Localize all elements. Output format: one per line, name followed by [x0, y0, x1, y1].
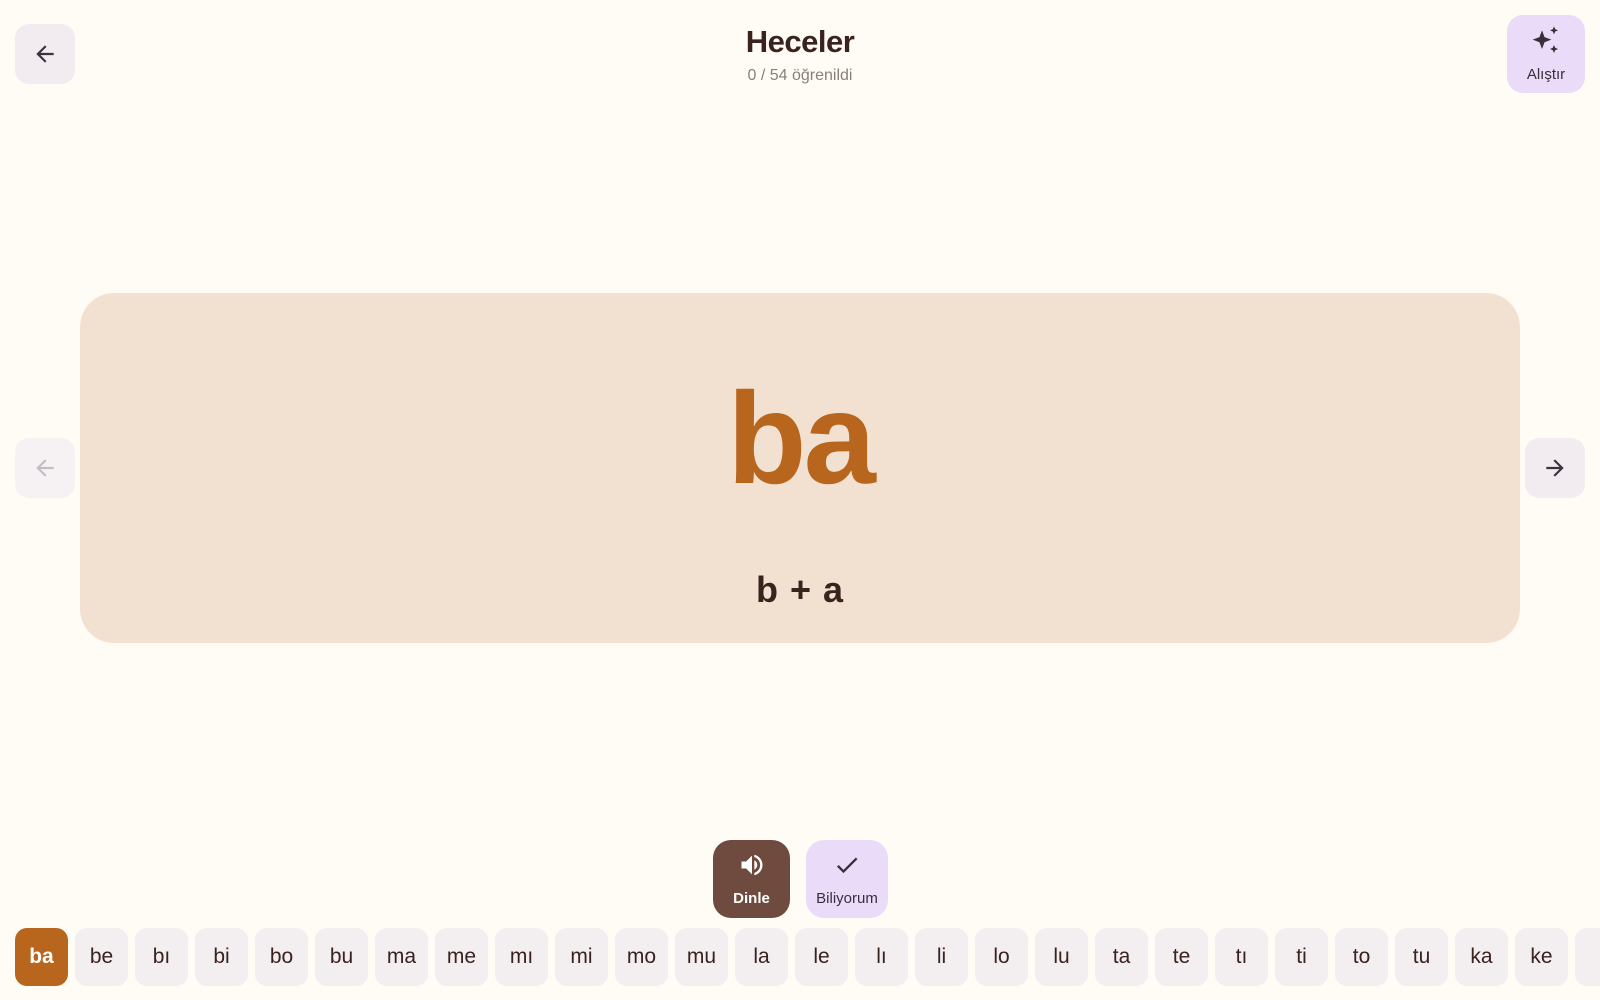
practice-label: Alıştır — [1526, 66, 1566, 83]
next-button[interactable] — [1525, 438, 1585, 498]
syllable-chip-ti[interactable]: ti — [1275, 928, 1328, 986]
syllable-chip-lu[interactable]: lu — [1035, 928, 1088, 986]
syllable-chip-tu[interactable]: tu — [1395, 928, 1448, 986]
syllable-chip-le[interactable]: le — [795, 928, 848, 986]
syllable-chip-la[interactable]: la — [735, 928, 788, 986]
syllable-chip-li[interactable]: li — [915, 928, 968, 986]
syllable-strip: ba be bı bi bo bu ma me mı mi mo mu la le lı li lo lu ta te… — [15, 928, 1600, 986]
syllable-chip-tı[interactable]: tı — [1215, 928, 1268, 986]
syllable-chip-ta[interactable]: ta — [1095, 928, 1148, 986]
listen-button[interactable]: Dinle — [713, 840, 790, 918]
syllable-chip-bi[interactable]: bi — [195, 928, 248, 986]
syllables-screen: Heceler 0 / 54 öğrenildi Alıştır ba b + … — [0, 0, 1600, 1000]
syllable-chip-me[interactable]: me — [435, 928, 488, 986]
syllable-chip-ba[interactable]: ba — [15, 928, 68, 986]
syllable-breakdown: b + a — [755, 569, 845, 610]
syllable-chip-ka[interactable]: ka — [1455, 928, 1508, 986]
syllable-chip-be[interactable]: be — [75, 928, 128, 986]
syllable-chip-ma[interactable]: ma — [375, 928, 428, 986]
syllable-chip-bo[interactable]: bo — [255, 928, 308, 986]
check-icon — [833, 851, 861, 884]
i-know-button[interactable]: Biliyorum — [806, 840, 888, 918]
syllable-chip-bı[interactable]: bı — [135, 928, 188, 986]
syllable-chip-to[interactable]: to — [1335, 928, 1388, 986]
syllable-chip-partial[interactable] — [1575, 928, 1600, 986]
syllable-chip-mı[interactable]: mı — [495, 928, 548, 986]
syllable-chip-mi[interactable]: mi — [555, 928, 608, 986]
syllable-chip-ke[interactable]: ke — [1515, 928, 1568, 986]
header: Heceler 0 / 54 öğrenildi — [0, 22, 1600, 88]
syllable-chip-bu[interactable]: bu — [315, 928, 368, 986]
previous-button[interactable] — [15, 438, 75, 498]
page-title: Heceler — [745, 24, 855, 59]
i-know-label: Biliyorum — [816, 890, 878, 907]
sparkles-icon — [1530, 25, 1562, 62]
syllable-chip-lı[interactable]: lı — [855, 928, 908, 986]
syllable-text: ba — [727, 365, 876, 511]
arrow-right-icon — [1542, 455, 1568, 481]
syllable-chip-mu[interactable]: mu — [675, 928, 728, 986]
practice-button[interactable]: Alıştır — [1507, 15, 1585, 93]
syllable-chip-mo[interactable]: mo — [615, 928, 668, 986]
volume-icon — [738, 851, 766, 884]
progress-subtitle: 0 / 54 öğrenildi — [747, 67, 853, 84]
syllable-chip-te[interactable]: te — [1155, 928, 1208, 986]
arrow-left-icon — [32, 455, 58, 481]
syllable-chip-lo[interactable]: lo — [975, 928, 1028, 986]
syllable-card[interactable]: ba b + a — [80, 293, 1520, 643]
listen-label: Dinle — [733, 890, 770, 907]
